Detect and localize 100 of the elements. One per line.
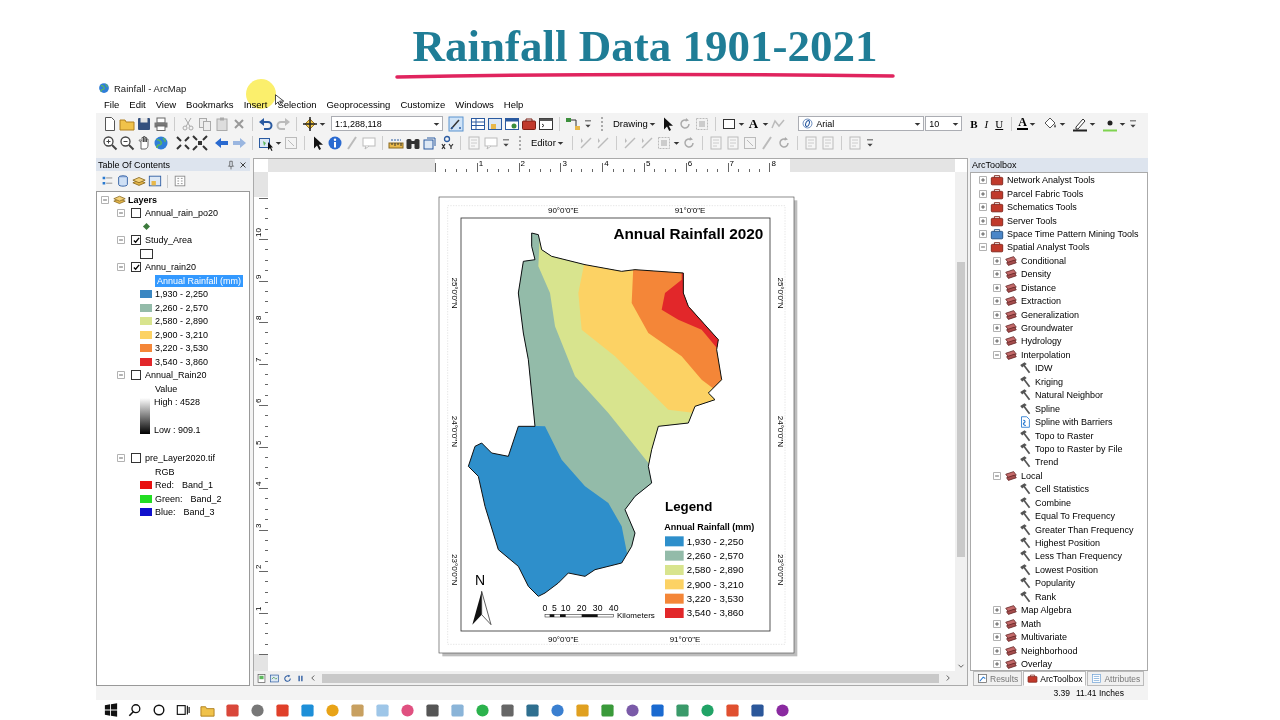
list-by-visibility-icon[interactable] bbox=[132, 174, 146, 188]
tree-item[interactable]: Rank bbox=[1035, 591, 1056, 602]
layer-checkbox[interactable] bbox=[131, 370, 141, 381]
tree-item[interactable]: Overlay bbox=[1021, 658, 1052, 669]
refresh-icon[interactable] bbox=[282, 672, 293, 684]
app-icon[interactable] bbox=[700, 702, 715, 718]
italic-button[interactable]: I bbox=[981, 115, 992, 132]
pan-icon[interactable] bbox=[136, 134, 152, 151]
bold-button[interactable]: B bbox=[967, 115, 981, 132]
tree-item[interactable]: Natural Neighbor bbox=[1035, 390, 1104, 401]
expand-icon[interactable] bbox=[977, 201, 989, 214]
tree-item[interactable]: IDW bbox=[1035, 363, 1053, 374]
panel-tab[interactable]: ArcToolbox bbox=[1023, 671, 1087, 686]
save-icon[interactable] bbox=[136, 115, 152, 132]
table-icon[interactable] bbox=[470, 115, 486, 132]
tree-item[interactable]: Schematics Tools bbox=[1007, 202, 1077, 213]
windows-logo-icon[interactable] bbox=[104, 703, 118, 717]
close-icon[interactable] bbox=[238, 159, 248, 170]
app-icon[interactable] bbox=[600, 702, 615, 718]
menu-item[interactable]: Help bbox=[503, 99, 524, 110]
tree-item[interactable]: Server Tools bbox=[1007, 215, 1057, 226]
tree-item[interactable]: Kriging bbox=[1035, 376, 1063, 387]
menu-item[interactable]: View bbox=[155, 99, 177, 110]
layer-name[interactable]: Annual_rain_po20 bbox=[145, 208, 219, 219]
time-slider-icon[interactable] bbox=[466, 134, 482, 151]
tree-item[interactable]: Trend bbox=[1035, 457, 1059, 468]
text-tool-button[interactable]: A bbox=[745, 115, 762, 132]
options-icon[interactable] bbox=[173, 174, 187, 188]
expand-icon[interactable] bbox=[991, 281, 1003, 294]
tree-item[interactable]: Topo to Raster bbox=[1035, 430, 1094, 441]
identify-icon[interactable] bbox=[327, 134, 343, 151]
zoom-in-icon[interactable] bbox=[102, 134, 118, 151]
scroll-thumb[interactable] bbox=[322, 673, 939, 683]
menu-item[interactable]: Geoprocessing bbox=[326, 99, 391, 110]
tree-item[interactable]: Space Time Pattern Mining Tools bbox=[1007, 228, 1139, 239]
catalog-icon[interactable] bbox=[487, 115, 503, 132]
underline-button[interactable]: U bbox=[992, 115, 1007, 132]
editor-menu[interactable]: Editor bbox=[528, 134, 567, 151]
tree-item[interactable]: Interpolation bbox=[1021, 349, 1071, 360]
tree-item[interactable]: Spline bbox=[1035, 403, 1061, 414]
app-icon[interactable] bbox=[650, 702, 665, 718]
expand-icon[interactable] bbox=[991, 268, 1003, 281]
search-icon[interactable] bbox=[128, 703, 142, 717]
tree-item[interactable]: Conditional bbox=[1021, 255, 1067, 266]
expand-icon[interactable] bbox=[977, 174, 989, 187]
tree-item[interactable]: Groundwater bbox=[1021, 323, 1074, 334]
legend-heading[interactable]: RGB bbox=[155, 466, 175, 477]
menu-item[interactable]: File bbox=[104, 99, 120, 110]
legend-heading[interactable]: Value bbox=[155, 383, 178, 394]
tree-item[interactable]: Layers bbox=[128, 194, 158, 205]
toolbar-options-icon[interactable] bbox=[500, 136, 512, 149]
undo-icon[interactable] bbox=[258, 115, 274, 132]
tree-item[interactable]: Local bbox=[1021, 470, 1043, 481]
list-by-selection-icon[interactable] bbox=[148, 174, 162, 188]
toolbox-icon[interactable] bbox=[521, 115, 537, 132]
app-icon[interactable] bbox=[750, 702, 765, 718]
collapse-icon[interactable] bbox=[99, 193, 111, 206]
app-icon[interactable] bbox=[300, 702, 315, 718]
tree-item[interactable]: Spline with Barriers bbox=[1035, 417, 1113, 428]
editor-toolbar-icon[interactable] bbox=[448, 115, 464, 132]
layer-name[interactable]: pre_Layer2020.tif bbox=[145, 453, 216, 464]
menu-item[interactable]: Selection bbox=[277, 99, 317, 110]
command-window-icon[interactable] bbox=[538, 115, 554, 132]
app-icon[interactable] bbox=[400, 702, 415, 718]
layer-name[interactable]: Annual_Rain20 bbox=[145, 370, 207, 381]
tree-item[interactable]: Popularity bbox=[1035, 578, 1076, 589]
list-by-drawing-order-icon[interactable] bbox=[100, 174, 114, 188]
app-icon[interactable] bbox=[500, 702, 515, 718]
menu-item[interactable]: Windows bbox=[455, 99, 494, 110]
tree-item[interactable]: Spatial Analyst Tools bbox=[1007, 242, 1090, 253]
expand-icon[interactable] bbox=[991, 335, 1003, 348]
paste-icon[interactable] bbox=[214, 115, 230, 132]
expand-icon[interactable] bbox=[991, 604, 1003, 617]
tree-item[interactable]: Combine bbox=[1035, 497, 1072, 508]
tree-item[interactable]: Math bbox=[1021, 618, 1041, 629]
app-icon[interactable] bbox=[525, 702, 540, 718]
layer-checkbox[interactable] bbox=[131, 208, 141, 219]
tree-item[interactable]: Less Than Frequency bbox=[1035, 551, 1122, 562]
app-icon[interactable] bbox=[250, 702, 265, 718]
font-size-field[interactable]: 10 bbox=[925, 116, 963, 131]
collapse-icon[interactable] bbox=[977, 241, 989, 254]
layer-checkbox[interactable] bbox=[131, 235, 141, 246]
globe-icon[interactable] bbox=[153, 134, 169, 151]
app-icon[interactable] bbox=[550, 702, 565, 718]
scroll-thumb[interactable] bbox=[957, 262, 965, 557]
app-icon[interactable] bbox=[225, 702, 240, 718]
menu-item[interactable]: Bookmarks bbox=[186, 99, 234, 110]
expand-icon[interactable] bbox=[991, 308, 1003, 321]
tree-item[interactable]: Highest Position bbox=[1035, 538, 1101, 549]
task-view-icon[interactable] bbox=[176, 703, 190, 717]
tree-item[interactable]: Equal To Frequency bbox=[1035, 511, 1115, 522]
layout-view-icon[interactable] bbox=[256, 672, 267, 684]
app-icon[interactable] bbox=[275, 702, 290, 718]
add-data-icon[interactable] bbox=[302, 115, 318, 132]
print-icon[interactable] bbox=[153, 115, 169, 132]
drawing-menu[interactable]: Drawing bbox=[610, 115, 659, 132]
font-field[interactable]: Arial bbox=[798, 116, 925, 131]
layer-checkbox[interactable] bbox=[131, 262, 141, 273]
tree-item[interactable]: Extraction bbox=[1021, 296, 1062, 307]
zoom-out-icon[interactable] bbox=[119, 134, 135, 151]
